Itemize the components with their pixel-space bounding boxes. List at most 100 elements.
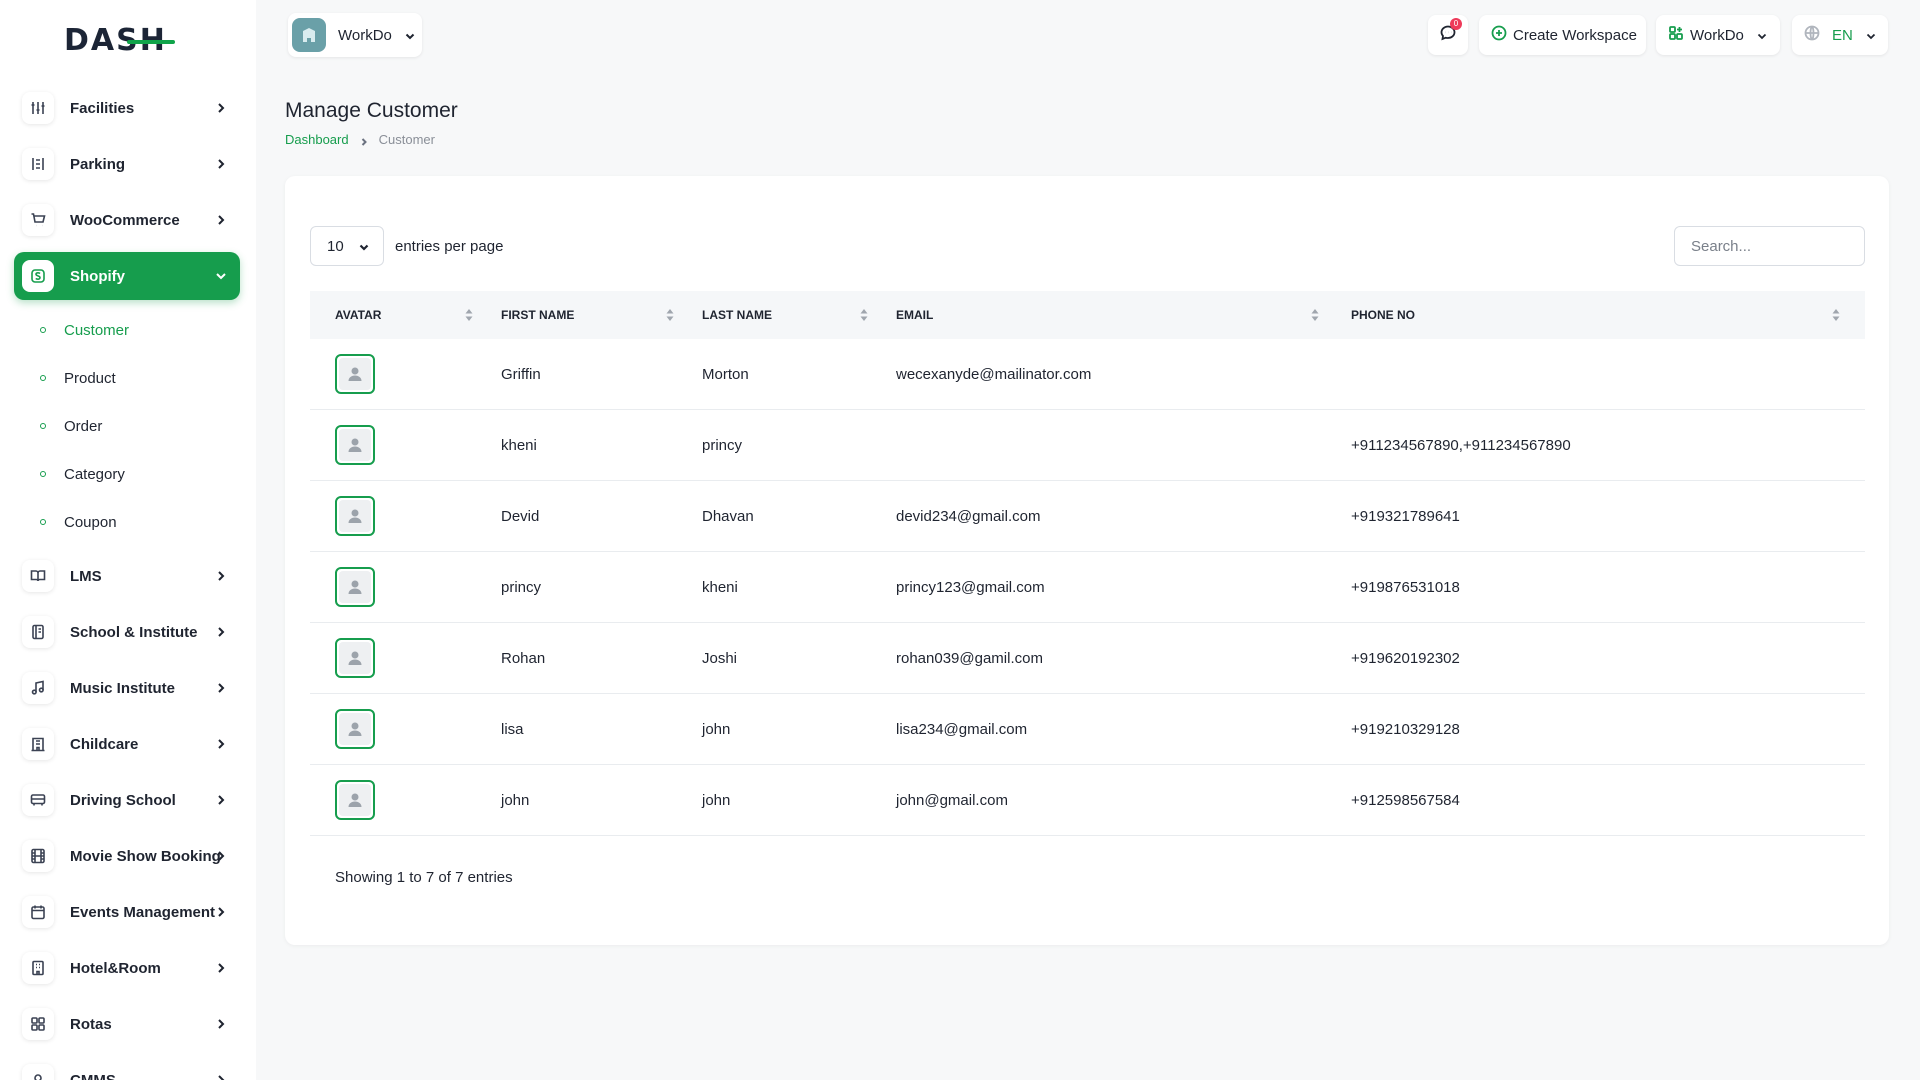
sidebar-item-woocommerce[interactable]: WooCommerce (14, 196, 240, 244)
grid-icon (22, 1008, 54, 1040)
last-name-cell: Dhavan (702, 507, 754, 525)
column-header-label: AVATAR (335, 308, 382, 322)
column-header-label: FIRST NAME (501, 308, 575, 322)
avatar-cell (335, 623, 375, 693)
notification-badge: 0 (1450, 18, 1462, 30)
film-icon (22, 840, 54, 872)
sidebar-item-school-institute[interactable]: School & Institute (14, 608, 240, 656)
search-input[interactable] (1674, 226, 1865, 266)
bullet-icon (40, 327, 46, 333)
chevron-right-icon (214, 1073, 228, 1080)
chevron-right-icon (214, 961, 228, 975)
logo-accent (126, 40, 175, 44)
sidebar-item-lms[interactable]: LMS (14, 552, 240, 600)
phone-cell: +919210329128 (1351, 720, 1460, 738)
sidebar-item-driving-school[interactable]: Driving School (14, 776, 240, 824)
email-cell: lisa234@gmail.com (896, 720, 1028, 738)
logo[interactable]: DASH (64, 22, 175, 58)
phone-cell: +912598567584 (1351, 791, 1460, 809)
sliders-icon (22, 92, 54, 124)
chevron-right-icon (214, 849, 228, 863)
sidebar-item-cmms[interactable]: CMMS (14, 1056, 240, 1080)
column-header-first-name[interactable]: FIRST NAME (501, 291, 574, 339)
sort-icon[interactable] (665, 308, 675, 322)
column-header-label: PHONE NO (1351, 308, 1416, 322)
chevron-right-icon (214, 101, 228, 115)
avatar (335, 354, 375, 394)
entries-per-page-select[interactable]: 10 (310, 226, 384, 266)
submenu-item-category[interactable]: Category (40, 450, 240, 498)
sidebar-item-label: Parking (70, 155, 126, 173)
sidebar-item-childcare[interactable]: Childcare (14, 720, 240, 768)
column-header-email[interactable]: EMAIL (896, 291, 933, 339)
table-row: princy kheni princy123@gmail.com +919876… (310, 552, 1865, 623)
submenu-label: Product (64, 369, 116, 387)
sort-icon[interactable] (464, 308, 474, 322)
column-header-label: EMAIL (896, 308, 934, 322)
sidebar-item-rotas[interactable]: Rotas (14, 1000, 240, 1048)
sidebar-item-shopify[interactable]: Shopify (14, 252, 240, 300)
apps-icon (1668, 25, 1684, 45)
submenu-item-product[interactable]: Product (40, 354, 240, 402)
submenu-label: Order (64, 417, 103, 435)
chevron-right-icon (214, 681, 228, 695)
shopify-icon (22, 260, 54, 292)
sidebar-item-events-management[interactable]: Events Management (14, 888, 240, 936)
sort-icon[interactable] (1310, 308, 1320, 322)
user-icon (348, 793, 362, 807)
table-row: Devid Dhavan devid234@gmail.com +9193217… (310, 481, 1865, 552)
sidebar-item-movie-show-booking[interactable]: Movie Show Booking (14, 832, 240, 880)
sidebar-item-hotel-room[interactable]: Hotel&Room (14, 944, 240, 992)
bullet-icon (40, 375, 46, 381)
avatar-cell (335, 481, 375, 551)
workspace-switcher[interactable]: WorkDo (288, 13, 422, 57)
column-header-last-name[interactable]: LAST NAME (702, 291, 772, 339)
sidebar-item-label: Hotel&Room (70, 959, 161, 977)
bullet-icon (40, 519, 46, 525)
sort-icon[interactable] (1831, 308, 1841, 322)
table-row: lisa john lisa234@gmail.com +91921032912… (310, 694, 1865, 765)
avatar (335, 709, 375, 749)
user-icon (348, 367, 362, 381)
book-icon (22, 560, 54, 592)
language-switcher[interactable]: EN (1792, 15, 1888, 55)
avatar (335, 780, 375, 820)
sidebar-item-facilities[interactable]: Facilities (14, 84, 240, 132)
last-name-cell: kheni (702, 578, 738, 596)
column-header-phone-no[interactable]: PHONE NO (1351, 291, 1415, 339)
page-title: Manage Customer (285, 99, 458, 122)
workspace-name: WorkDo (338, 26, 392, 44)
breadcrumb: Dashboard Customer (285, 132, 435, 147)
building-icon (22, 728, 54, 760)
user-icon (348, 438, 362, 452)
shopify-submenu: Customer Product Order Category Coupon (14, 306, 240, 546)
column-header-avatar[interactable]: AVATAR (335, 291, 381, 339)
first-name-cell: Griffin (501, 365, 541, 383)
sidebar-item-label: Movie Show Booking (70, 847, 221, 865)
email-cell: wecexanyde@mailinator.com (896, 365, 1092, 383)
sidebar-nav: Facilities Parking WooCommerce Shopify C… (14, 84, 240, 1080)
table-row: john john john@gmail.com +912598567584 (310, 765, 1865, 836)
workspace-menu-button[interactable]: WorkDo (1656, 15, 1780, 55)
chevron-down-icon (404, 29, 416, 41)
sidebar-item-parking[interactable]: Parking (14, 140, 240, 188)
customer-table-card: 10 entries per page AVATAR FIRST NAME LA… (285, 176, 1889, 945)
avatar (335, 567, 375, 607)
sort-icon[interactable] (859, 308, 869, 322)
first-name-cell: Rohan (501, 649, 546, 667)
sidebar-item-music-institute[interactable]: Music Institute (14, 664, 240, 712)
create-workspace-button[interactable]: Create Workspace (1479, 15, 1646, 55)
submenu-item-customer[interactable]: Customer (40, 306, 240, 354)
sidebar-item-label: WooCommerce (70, 211, 180, 229)
breadcrumb-dashboard-link[interactable]: Dashboard (285, 132, 349, 147)
submenu-item-coupon[interactable]: Coupon (40, 498, 240, 546)
entries-per-page: 10 entries per page (310, 226, 503, 266)
workspace-menu-label: WorkDo (1690, 26, 1744, 44)
submenu-label: Customer (64, 321, 130, 339)
submenu-item-order[interactable]: Order (40, 402, 240, 450)
messages-button[interactable]: 0 (1428, 15, 1468, 55)
entries-per-page-label: entries per page (395, 237, 504, 255)
chevron-right-icon (214, 793, 228, 807)
email-cell: princy123@gmail.com (896, 578, 1045, 596)
sidebar-item-label: LMS (70, 567, 102, 585)
